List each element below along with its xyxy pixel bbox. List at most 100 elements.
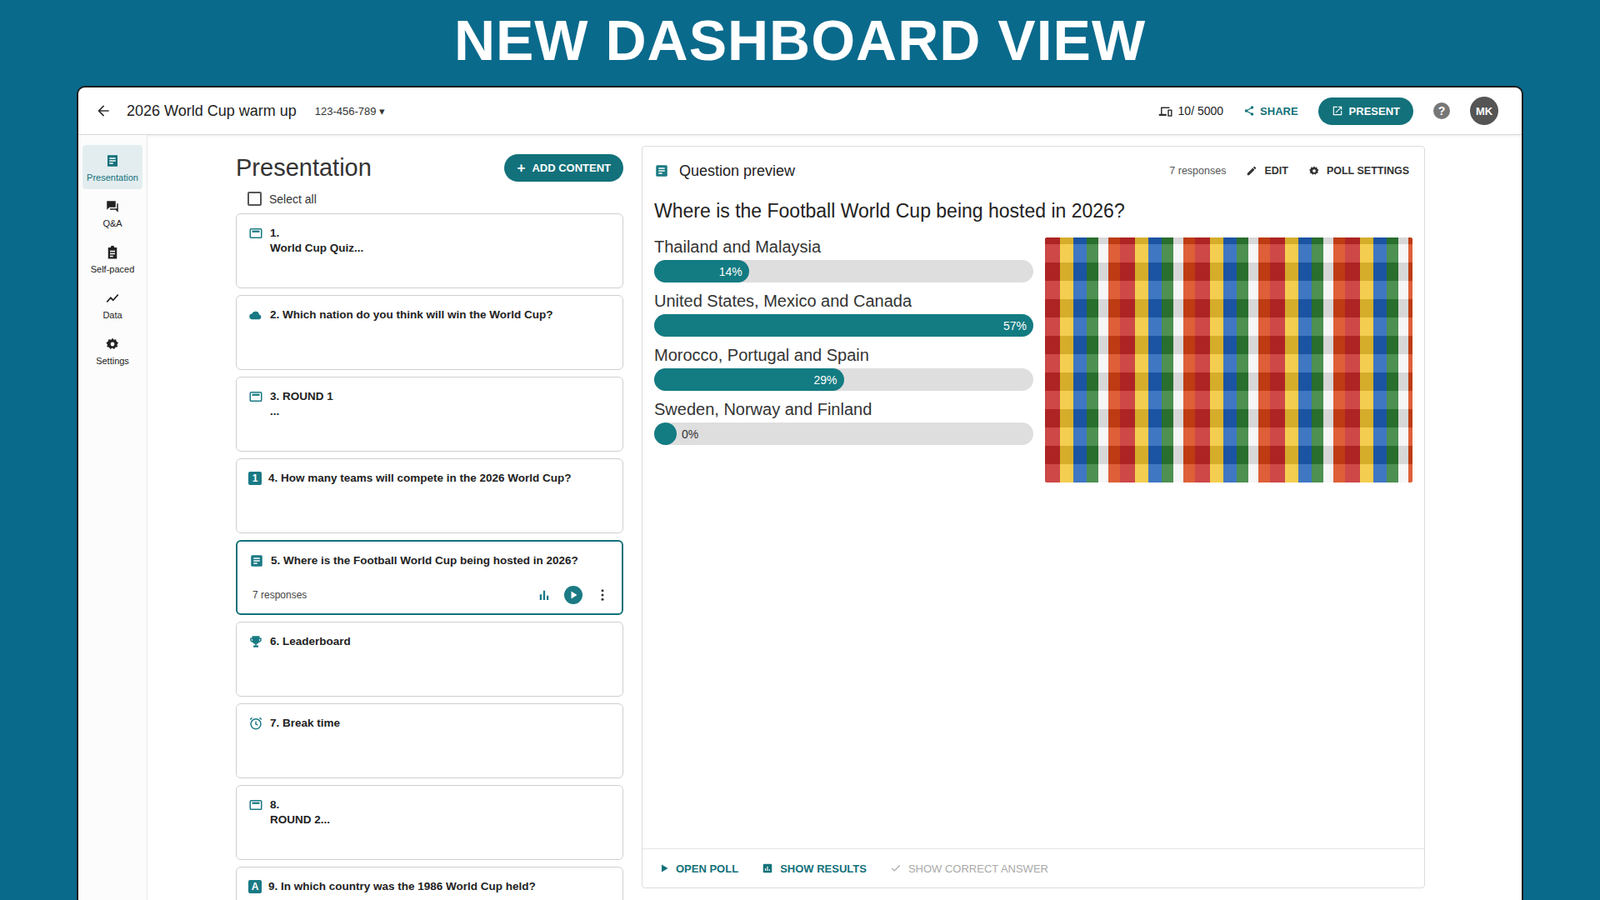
question-image: [1045, 237, 1413, 483]
question-type-icon: A: [248, 880, 262, 894]
user-avatar[interactable]: MK: [1470, 96, 1499, 125]
select-all-label: Select all: [269, 192, 317, 206]
timer-icon: [248, 715, 264, 731]
gear-icon: [1308, 165, 1320, 177]
list-title: Presentation: [235, 154, 372, 182]
code-caret[interactable]: ▾: [379, 105, 385, 118]
rail-label: Settings: [95, 355, 130, 366]
slide-title: 6. Leaderboard: [270, 634, 351, 650]
slide-card-content: 6. Leaderboard: [248, 634, 611, 650]
preview-content: Thailand and Malaysia 14% United States, M…: [642, 222, 1425, 483]
add-content-button[interactable]: +ADD CONTENT: [504, 154, 624, 182]
page: NEW DASHBOARD VIEW2026 World Cup warm up…: [0, 0, 1600, 900]
open-button[interactable]: OPEN POLL: [659, 862, 739, 875]
results-button[interactable]: SHOW RESULTS: [761, 862, 867, 875]
rail-item[interactable]: Presentation: [82, 145, 143, 190]
more-menu-icon[interactable]: [595, 587, 610, 603]
slide-card[interactable]: 2. Which nation do you think will win th…: [235, 295, 624, 370]
slide-card[interactable]: A 9. In which country was the 1986 World …: [235, 866, 624, 900]
slide-title-line: 4. How many teams will compete in the 20…: [268, 470, 572, 486]
slide-card-content: 5. Where is the Football World Cup being…: [249, 553, 610, 569]
present-button[interactable]: PRESENT: [1318, 97, 1414, 125]
slide-cards: 1.World Cup Quiz... 2. Which nation do yo…: [235, 213, 624, 900]
slide-title-line: 5. Where is the Football World Cup being…: [270, 553, 579, 569]
option-label: Sweden, Norway and Finland: [654, 400, 1034, 420]
slide-title-line: 8.: [270, 797, 330, 813]
share-icon: [1243, 105, 1255, 117]
rail-label: Data: [102, 310, 122, 320]
slide-card[interactable]: 5. Where is the Football World Cup being…: [235, 540, 624, 615]
banner-title: NEW DASHBOARD VIEW: [0, 0, 1600, 86]
self-paced-icon: [105, 245, 120, 260]
slide-title-line: 1.: [270, 225, 364, 241]
slide-title-line: 3. ROUND 1: [270, 389, 334, 405]
slide-title-line: 2. Which nation do you think will win th…: [270, 307, 553, 323]
rail-item[interactable]: Self-paced: [82, 236, 143, 281]
result-bar-fill: 29%: [654, 368, 845, 391]
slide-card-footer: 7 responses: [249, 585, 610, 605]
slide-title-line: 6. Leaderboard: [270, 634, 351, 650]
slide-card[interactable]: 8.ROUND 2...: [235, 785, 624, 860]
preview-title: Question preview: [679, 162, 795, 180]
side-rail: Presentation Q&ASelf-paced Data Settings: [78, 135, 148, 900]
presentation-title[interactable]: 2026 World Cup warm up: [126, 102, 297, 120]
rail-label: Presentation: [86, 172, 139, 183]
results-chart-icon[interactable]: [536, 587, 552, 603]
preview-header: Question preview7 responses EDIT POLL SE…: [642, 146, 1425, 182]
option-label: Thailand and Malaysia: [654, 237, 1034, 257]
slide-title: 9. In which country was the 1986 World C…: [268, 879, 536, 895]
slide-list-panel: Presentation +ADD CONTENT Select all 1.Worl…: [235, 135, 624, 900]
play-icon[interactable]: [563, 585, 584, 605]
preview-footer: OPEN POLL SHOW RESULTS SHOW CORRECT ANSW…: [642, 848, 1425, 888]
slide-actions: [536, 585, 610, 605]
play-icon: [659, 863, 670, 874]
slide-card[interactable]: 14. How many teams will compete in the 2…: [235, 458, 624, 534]
slide-card-content: 3. ROUND 1...: [248, 389, 611, 419]
slide-card-content: 2. Which nation do you think will win th…: [248, 307, 611, 323]
rail-item[interactable]: Data: [82, 282, 143, 327]
back-arrow-icon[interactable]: [95, 102, 112, 120]
trophy-icon: [248, 634, 264, 650]
data-icon: [105, 290, 120, 306]
poll-settings-button[interactable]: POLL SETTINGS: [1308, 165, 1410, 177]
slide-card-content: 14. How many teams will compete in the 2…: [248, 470, 611, 486]
poll-icon: [249, 553, 265, 569]
slide-card[interactable]: 3. ROUND 1...: [235, 376, 624, 452]
result-percentage: 57%: [1003, 319, 1027, 333]
slide-card[interactable]: 6. Leaderboard: [235, 621, 624, 697]
poll-options: Thailand and Malaysia 14% United States, M…: [654, 237, 1034, 483]
help-button[interactable]: ?: [1433, 102, 1450, 120]
edit-button[interactable]: EDIT: [1245, 165, 1288, 177]
top-actions: 10/ 5000 SHARE PRESENT? MK: [1158, 96, 1499, 125]
slide-title: 3. ROUND 1...: [270, 389, 334, 419]
result-bar-fill: [654, 422, 677, 445]
answer-button: SHOW CORRECT ANSWER: [890, 862, 1049, 875]
slide-card[interactable]: 7. Break time: [235, 703, 624, 779]
result-bar-track: 57%: [654, 314, 1034, 337]
slide-card-content: 1.World Cup Quiz...: [248, 225, 611, 255]
settings-icon: [105, 336, 120, 352]
poll-option: Thailand and Malaysia 14%: [654, 237, 1034, 283]
result-bar-track: 0%: [654, 422, 1034, 445]
option-label: United States, Mexico and Canada: [654, 291, 1034, 311]
qa-icon: [105, 199, 120, 215]
participants-count: 10/ 5000: [1158, 103, 1225, 119]
select-all-checkbox[interactable]: [247, 191, 262, 206]
result-percentage: 0%: [681, 427, 699, 441]
slide-title-line: ROUND 2...: [270, 812, 330, 828]
word-cloud-icon: [248, 307, 264, 323]
result-bar-track: 14%: [654, 260, 1034, 283]
select-all[interactable]: Select all: [247, 191, 624, 206]
result-bar-fill: 57%: [654, 314, 1034, 337]
responses-count: 7 responses: [252, 589, 307, 601]
app-window: 2026 World Cup warm up 123-456-789 ▾ 10/ …: [76, 85, 1524, 900]
rail-item[interactable]: Settings: [82, 328, 143, 373]
slide-title: 8.ROUND 2...: [270, 797, 330, 827]
share-button[interactable]: SHARE: [1243, 105, 1299, 118]
slide-title: 2. Which nation do you think will win th…: [270, 307, 553, 323]
event-code[interactable]: 123-456-789 ▾: [315, 105, 385, 118]
slide-card[interactable]: 1.World Cup Quiz...: [235, 213, 624, 289]
rail-item[interactable]: Q&A: [82, 190, 143, 235]
slide-title-line: ...: [270, 404, 334, 420]
slide-title-line: 9. In which country was the 1986 World C…: [268, 879, 536, 895]
